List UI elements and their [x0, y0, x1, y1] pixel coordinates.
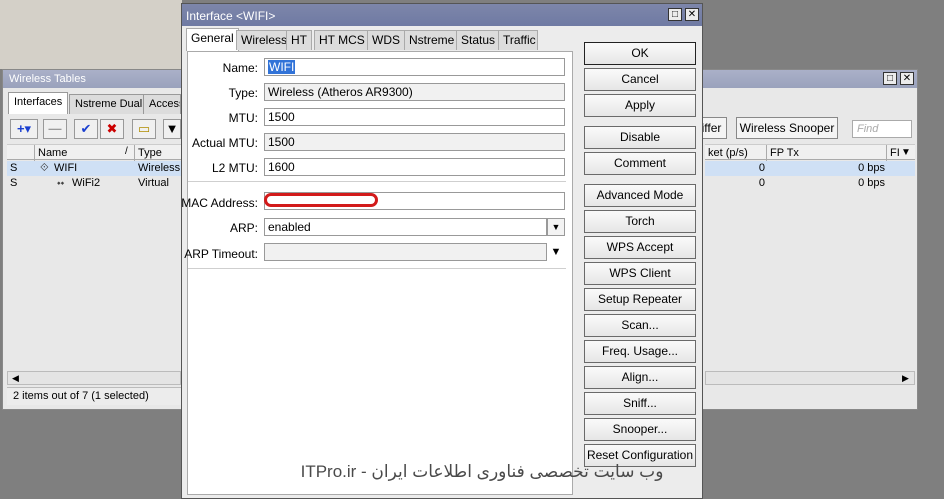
tab-status[interactable]: Status	[456, 30, 501, 50]
actual-mtu-field: 1500	[264, 133, 565, 151]
dialog-title: Interface <WIFI>	[186, 9, 276, 23]
table-row[interactable]: 0 0 bps	[705, 176, 915, 191]
column-name[interactable]: Name	[35, 145, 135, 161]
comment-button[interactable]: Comment	[584, 152, 696, 175]
apply-button[interactable]: Apply	[584, 94, 696, 117]
tab-nstreme[interactable]: Nstreme	[404, 30, 460, 50]
add-dropdown-button[interactable]: +▾	[10, 119, 38, 139]
tab-traffic[interactable]: Traffic	[498, 30, 538, 50]
row-fp-tx: 0 bps	[858, 162, 885, 174]
sort-indicator-icon: /	[125, 146, 128, 157]
l2-mtu-label: L2 MTU:	[211, 161, 258, 175]
l2-mtu-input[interactable]: 1600	[264, 158, 565, 176]
mtu-label: MTU:	[228, 111, 258, 125]
disable-x-icon[interactable]: ✖	[100, 119, 124, 139]
redaction-mark	[264, 193, 378, 207]
close-icon[interactable]: ✕	[900, 72, 914, 85]
type-field: Wireless (Atheros AR9300)	[264, 83, 565, 101]
row-flag: S	[10, 162, 18, 174]
find-input[interactable]: Find	[852, 120, 912, 138]
arp-timeout-input[interactable]	[264, 243, 547, 261]
arp-label: ARP:	[229, 221, 258, 235]
name-value: WIFI	[268, 60, 296, 74]
disable-button[interactable]: Disable	[584, 126, 696, 149]
site-watermark: وب سایت تخصصی فناوری اطلاعات ایران - ITP…	[300, 462, 664, 481]
column-fp-tx[interactable]: FP Tx	[767, 145, 887, 161]
advanced-mode-button[interactable]: Advanced Mode	[584, 184, 696, 207]
row-packets: 0	[758, 177, 765, 189]
maximize-icon[interactable]: □	[668, 8, 682, 21]
arp-timeout-label: ARP Timeout:	[184, 247, 258, 261]
tab-wds[interactable]: WDS	[367, 30, 405, 50]
scan-button[interactable]: Scan...	[584, 314, 696, 337]
wireless-interface-icon: ⟐	[40, 162, 49, 174]
align-button[interactable]: Align...	[584, 366, 696, 389]
wireless-snooper-button[interactable]: Wireless Snooper	[736, 117, 838, 139]
freq-usage-button[interactable]: Freq. Usage...	[584, 340, 696, 363]
background-desktop-panel	[0, 0, 182, 69]
remove-icon[interactable]: —	[43, 119, 67, 139]
column-packets[interactable]: ket (p/s)	[705, 145, 767, 161]
tab-nstreme-dual[interactable]: Nstreme Dual	[69, 94, 149, 114]
row-name: WIFI	[54, 162, 78, 174]
column-flags	[7, 145, 35, 161]
section-divider	[188, 181, 566, 182]
row-fp-tx: 0 bps	[858, 177, 885, 189]
dialog-titlebar: Interface <WIFI> □ ✕	[182, 4, 702, 26]
columns-dropdown-icon[interactable]: ▼	[901, 145, 911, 161]
actual-mtu-label: Actual MTU:	[191, 136, 258, 150]
row-flag: S	[10, 177, 18, 189]
name-input[interactable]: WIFI	[264, 58, 565, 76]
tab-ht[interactable]: HT	[286, 30, 312, 50]
tab-ht-mcs[interactable]: HT MCS	[314, 30, 370, 50]
arp-select[interactable]: enabled	[264, 218, 547, 236]
row-name: WiFi2	[72, 177, 101, 189]
type-label: Type:	[228, 86, 258, 100]
status-bar: 2 items out of 7 (1 selected)	[7, 387, 181, 405]
section-divider	[188, 268, 566, 269]
mac-address-label: MAC Address:	[181, 196, 258, 210]
setup-repeater-button[interactable]: Setup Repeater	[584, 288, 696, 311]
chevron-down-icon[interactable]: ▼	[547, 218, 565, 236]
wireless-tables-title: Wireless Tables	[9, 73, 86, 85]
table-row[interactable]: 0 0 bps	[705, 161, 915, 176]
column-fp-rx[interactable]: FI	[887, 145, 901, 161]
row-packets: 0	[758, 162, 765, 174]
tab-interfaces[interactable]: Interfaces	[8, 92, 69, 114]
wps-accept-button[interactable]: WPS Accept	[584, 236, 696, 259]
table-row[interactable]: S ⬩⬩ WiFi2 Virtual	[7, 176, 181, 191]
table-header-right: ket (p/s) FP Tx FI ▼	[705, 144, 915, 161]
row-type: Virtual	[138, 177, 169, 189]
cancel-button[interactable]: Cancel	[584, 68, 696, 91]
torch-button[interactable]: Torch	[584, 210, 696, 233]
horizontal-scrollbar-right[interactable]: ▶	[705, 371, 915, 385]
close-icon[interactable]: ✕	[685, 8, 699, 21]
tab-general[interactable]: General	[186, 28, 239, 51]
maximize-icon[interactable]: □	[883, 72, 897, 85]
scroll-left-icon[interactable]: ◀	[12, 372, 19, 384]
ok-button[interactable]: OK	[584, 42, 696, 65]
expand-down-icon[interactable]: ▼	[547, 243, 565, 261]
snooper-button[interactable]: Snooper...	[584, 418, 696, 441]
name-label: Name:	[222, 61, 258, 75]
mtu-input[interactable]: 1500	[264, 108, 565, 126]
scroll-right-icon[interactable]: ▶	[902, 372, 909, 384]
wps-client-button[interactable]: WPS Client	[584, 262, 696, 285]
enable-check-icon[interactable]: ✔	[74, 119, 98, 139]
tab-wireless[interactable]: Wireless	[236, 30, 293, 50]
virtual-interface-icon: ⬩⬩	[57, 178, 65, 189]
sniff-button[interactable]: Sniff...	[584, 392, 696, 415]
horizontal-scrollbar-left[interactable]: ◀	[7, 371, 181, 385]
